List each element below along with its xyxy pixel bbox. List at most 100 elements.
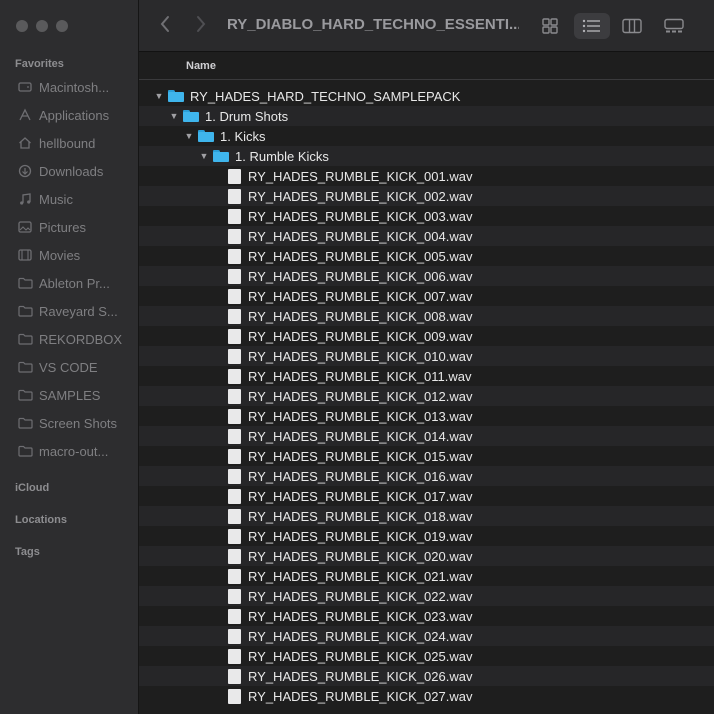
sidebar-item[interactable]: VS CODE: [0, 353, 139, 381]
audio-file-icon: [228, 468, 241, 484]
file-name: RY_HADES_RUMBLE_KICK_019.wav: [248, 528, 473, 544]
zoom-window-button[interactable]: [56, 20, 68, 32]
sidebar-item[interactable]: Movies: [0, 241, 139, 269]
file-row[interactable]: RY_HADES_RUMBLE_KICK_023.wav: [139, 606, 714, 626]
file-row[interactable]: RY_HADES_RUMBLE_KICK_019.wav: [139, 526, 714, 546]
sidebar-item[interactable]: Ableton Pr...: [0, 269, 139, 297]
gallery-view-button[interactable]: [659, 13, 689, 39]
file-row[interactable]: RY_HADES_RUMBLE_KICK_013.wav: [139, 406, 714, 426]
sidebar-item-label: Pictures: [39, 219, 86, 235]
toolbar: RY_DIABLO_HARD_TECHNO_ESSENTI...: [139, 0, 714, 52]
audio-file-icon: [228, 288, 241, 304]
file-row[interactable]: RY_HADES_RUMBLE_KICK_020.wav: [139, 546, 714, 566]
file-row[interactable]: RY_HADES_RUMBLE_KICK_017.wav: [139, 486, 714, 506]
folder-row[interactable]: ▼ 1. Rumble Kicks: [139, 146, 714, 166]
grid-view-icon: [542, 18, 558, 34]
file-row[interactable]: RY_HADES_RUMBLE_KICK_009.wav: [139, 326, 714, 346]
folder-icon: [213, 150, 229, 162]
sidebar-item[interactable]: Raveyard S...: [0, 297, 139, 325]
sidebar-item[interactable]: Music: [0, 185, 139, 213]
window-controls: [16, 20, 68, 32]
file-row[interactable]: RY_HADES_RUMBLE_KICK_015.wav: [139, 446, 714, 466]
forward-button[interactable]: [195, 15, 207, 39]
audio-file-icon: [228, 448, 241, 464]
audio-file-icon: [228, 488, 241, 504]
disclosure-triangle-icon[interactable]: ▼: [183, 131, 195, 141]
audio-file-icon: [228, 168, 241, 184]
home-icon: [17, 135, 33, 151]
applications-icon: [17, 107, 33, 123]
back-button[interactable]: [159, 15, 171, 39]
disclosure-triangle-icon[interactable]: ▼: [198, 151, 210, 161]
tags-section-label[interactable]: Tags: [15, 546, 40, 558]
file-row[interactable]: RY_HADES_RUMBLE_KICK_006.wav: [139, 266, 714, 286]
file-row[interactable]: RY_HADES_RUMBLE_KICK_026.wav: [139, 666, 714, 686]
sidebar-item-label: hellbound: [39, 135, 96, 151]
sidebar-item[interactable]: Screen Shots: [0, 409, 139, 437]
audio-file-icon: [228, 248, 241, 264]
sidebar-item-label: REKORDBOX: [39, 331, 123, 347]
file-name: RY_HADES_RUMBLE_KICK_008.wav: [248, 308, 473, 324]
sidebar-item[interactable]: macro-out...: [0, 437, 139, 465]
audio-file-icon: [228, 608, 241, 624]
file-name: RY_HADES_RUMBLE_KICK_013.wav: [248, 408, 473, 424]
file-row[interactable]: RY_HADES_RUMBLE_KICK_021.wav: [139, 566, 714, 586]
folder-icon: [17, 443, 33, 459]
file-name: RY_HADES_RUMBLE_KICK_003.wav: [248, 208, 473, 224]
folder-icon: [17, 387, 33, 403]
file-name: RY_HADES_RUMBLE_KICK_027.wav: [248, 688, 473, 704]
file-row[interactable]: RY_HADES_RUMBLE_KICK_004.wav: [139, 226, 714, 246]
sidebar-item[interactable]: REKORDBOX: [0, 325, 139, 353]
folder-row[interactable]: ▼ RY_HADES_HARD_TECHNO_SAMPLEPACK: [139, 86, 714, 106]
minimize-window-button[interactable]: [36, 20, 48, 32]
file-name: RY_HADES_RUMBLE_KICK_023.wav: [248, 608, 473, 624]
file-row[interactable]: RY_HADES_RUMBLE_KICK_005.wav: [139, 246, 714, 266]
list-view-button[interactable]: [574, 13, 610, 39]
file-row[interactable]: RY_HADES_RUMBLE_KICK_002.wav: [139, 186, 714, 206]
file-row[interactable]: RY_HADES_RUMBLE_KICK_018.wav: [139, 506, 714, 526]
audio-file-icon: [228, 328, 241, 344]
disclosure-triangle-icon[interactable]: ▼: [153, 91, 165, 101]
audio-file-icon: [228, 348, 241, 364]
file-name: RY_HADES_RUMBLE_KICK_009.wav: [248, 328, 473, 344]
locations-section-label[interactable]: Locations: [15, 514, 67, 526]
sidebar-item[interactable]: hellbound: [0, 129, 139, 157]
folder-icon: [17, 303, 33, 319]
file-row[interactable]: RY_HADES_RUMBLE_KICK_012.wav: [139, 386, 714, 406]
audio-file-icon: [228, 568, 241, 584]
favorites-list: Macintosh... Applications hellbound Downloa…: [0, 73, 139, 465]
folder-name: 1. Kicks: [220, 128, 266, 144]
close-window-button[interactable]: [16, 20, 28, 32]
file-row[interactable]: RY_HADES_RUMBLE_KICK_003.wav: [139, 206, 714, 226]
file-row[interactable]: RY_HADES_RUMBLE_KICK_001.wav: [139, 166, 714, 186]
file-row[interactable]: RY_HADES_RUMBLE_KICK_014.wav: [139, 426, 714, 446]
audio-file-icon: [228, 668, 241, 684]
file-row[interactable]: RY_HADES_RUMBLE_KICK_022.wav: [139, 586, 714, 606]
file-row[interactable]: RY_HADES_RUMBLE_KICK_016.wav: [139, 466, 714, 486]
sidebar-item[interactable]: Applications: [0, 101, 139, 129]
file-name: RY_HADES_RUMBLE_KICK_018.wav: [248, 508, 473, 524]
sidebar-item[interactable]: SAMPLES: [0, 381, 139, 409]
chevron-right-icon: [197, 16, 206, 32]
folder-icon: [17, 415, 33, 431]
folder-row[interactable]: ▼ 1. Kicks: [139, 126, 714, 146]
folder-row[interactable]: ▼ 1. Drum Shots: [139, 106, 714, 126]
column-view-button[interactable]: [617, 13, 647, 39]
sidebar-item[interactable]: Pictures: [0, 213, 139, 241]
file-row[interactable]: RY_HADES_RUMBLE_KICK_024.wav: [139, 626, 714, 646]
file-row[interactable]: RY_HADES_RUMBLE_KICK_011.wav: [139, 366, 714, 386]
file-row[interactable]: RY_HADES_RUMBLE_KICK_007.wav: [139, 286, 714, 306]
file-row[interactable]: RY_HADES_RUMBLE_KICK_027.wav: [139, 686, 714, 706]
file-row[interactable]: RY_HADES_RUMBLE_KICK_008.wav: [139, 306, 714, 326]
file-name: RY_HADES_RUMBLE_KICK_015.wav: [248, 448, 473, 464]
audio-file-icon: [228, 188, 241, 204]
sidebar-item[interactable]: Macintosh...: [0, 73, 139, 101]
disclosure-triangle-icon[interactable]: ▼: [168, 111, 180, 121]
sidebar-item[interactable]: Downloads: [0, 157, 139, 185]
folder-name: 1. Drum Shots: [205, 108, 289, 124]
icloud-section-label[interactable]: iCloud: [15, 482, 49, 494]
file-row[interactable]: RY_HADES_RUMBLE_KICK_010.wav: [139, 346, 714, 366]
name-column-header[interactable]: Name: [186, 60, 216, 72]
file-row[interactable]: RY_HADES_RUMBLE_KICK_025.wav: [139, 646, 714, 666]
icon-view-button[interactable]: [535, 13, 565, 39]
